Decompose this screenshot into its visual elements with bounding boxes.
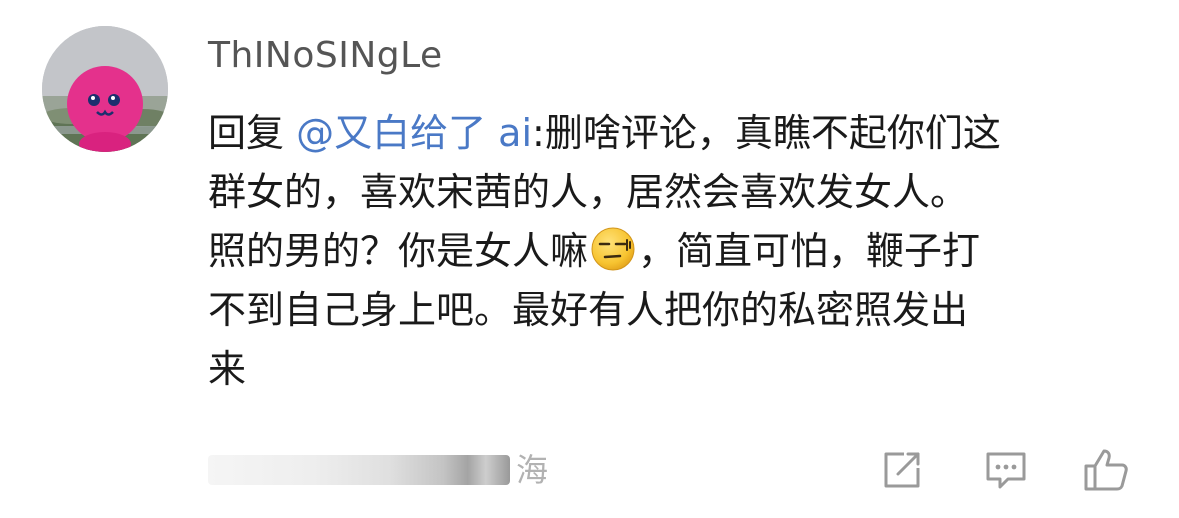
- comment-text: 群女的，喜欢宋茜的人，居然会喜欢发女人。: [208, 170, 969, 214]
- comment-text: :删啥评论，真瞧不起你们这: [532, 111, 1001, 155]
- location-text: 海: [516, 451, 549, 489]
- thumbs-up-icon: [1084, 449, 1128, 491]
- comment-line: 照的男的？你是女人嘛 ，简直可怕，鞭子打: [208, 222, 1138, 281]
- username[interactable]: ThINoSINgLe: [208, 34, 443, 78]
- avatar-image: [42, 26, 168, 152]
- comment-text: 来: [208, 347, 247, 391]
- mention-link[interactable]: @又白给了 ai: [296, 111, 532, 155]
- comment-body: 回复 @又白给了 ai:删啥评论，真瞧不起你们这 群女的，喜欢宋茜的人，居然会喜…: [208, 104, 1138, 399]
- comment-line: 群女的，喜欢宋茜的人，居然会喜欢发女人。: [208, 163, 1138, 222]
- comment-actions: [870, 446, 1140, 494]
- share-icon: [884, 452, 920, 488]
- redacted-meta: [208, 455, 510, 485]
- share-button[interactable]: [878, 446, 926, 494]
- comment-icon: [986, 452, 1026, 489]
- comment-line: 来: [208, 340, 1138, 399]
- reply-prefix: 回复: [208, 111, 297, 155]
- comment-text: 照的男的？你是女人嘛: [208, 229, 589, 273]
- avatar[interactable]: [42, 26, 168, 152]
- bored-face-emoji: [590, 226, 636, 272]
- comment-text: ，简直可怕，鞭子打: [638, 229, 981, 273]
- comment-line: 回复 @又白给了 ai:删啥评论，真瞧不起你们这: [208, 104, 1138, 163]
- comment-button[interactable]: [982, 446, 1030, 494]
- comment-line: 不到自己身上吧。最好有人把你的私密照发出: [208, 281, 1138, 340]
- like-button[interactable]: [1082, 446, 1130, 494]
- comment-text: 不到自己身上吧。最好有人把你的私密照发出: [208, 288, 969, 332]
- comment-meta: 海: [208, 446, 548, 494]
